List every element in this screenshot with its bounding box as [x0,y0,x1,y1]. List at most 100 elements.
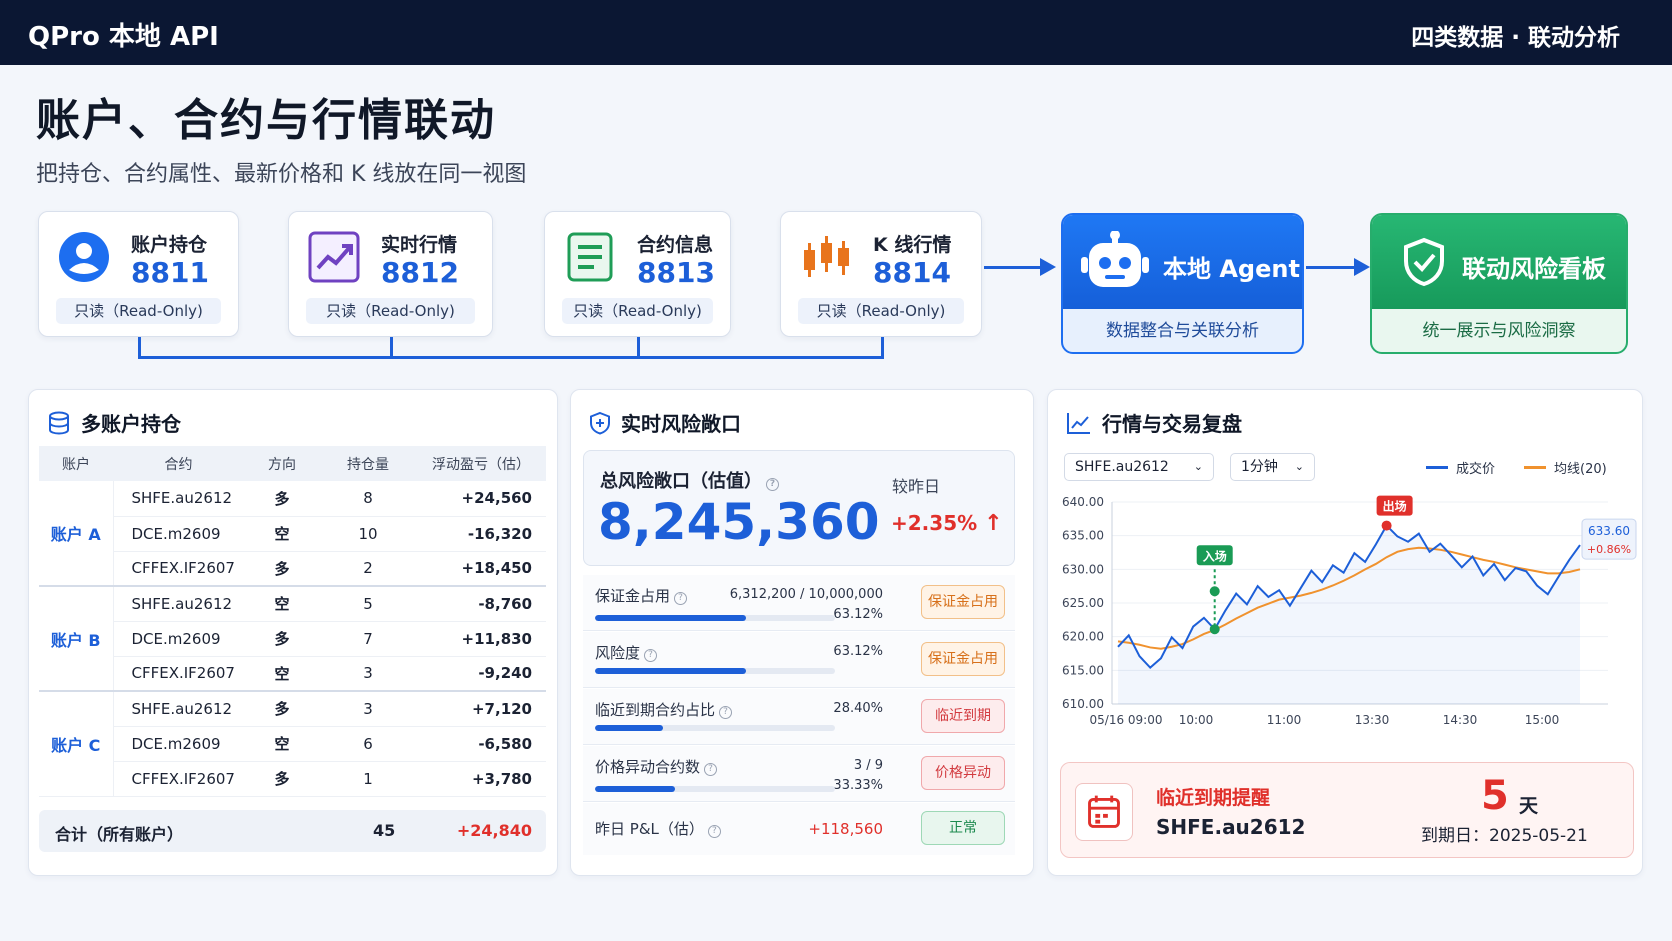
risk-row-risk-degree[interactable]: 风险度? 63.12% 保证金占用 [583,632,1015,688]
table-row[interactable]: CFFEX.IF2607 空 3 -9,240 [39,656,546,692]
risk-row-label: 昨日 P&L（估）? [595,818,721,839]
source-port: 8814 [873,256,951,289]
risk-row-price-anomaly[interactable]: 价格异动合约数? 3 / 9 33.33% 价格异动 [583,746,1015,802]
progress-fill [595,725,664,731]
risk-dashboard-card[interactable]: 联动风险看板 统一展示与风险洞察 [1370,213,1628,354]
price-chart[interactable]: 640.00 635.00 630.00 625.00 620.00 615.00 610.… [1048,490,1644,750]
qty-cell: 5 [320,586,416,622]
risk-row-label: 风险度? [595,642,658,663]
flow-arrow-head [1040,258,1056,276]
kpi-value: 8,245,360 [598,493,880,551]
table-row[interactable]: DCE.m2609 空 6 -6,580 [39,726,546,762]
risk-row-margin[interactable]: 保证金占用? 6,312,200 / 10,000,000 63.12% 保证金… [583,575,1015,631]
price-area [1118,525,1580,704]
progress-bar [595,786,835,792]
calendar-icon [1075,783,1133,841]
market-title-row: 行情与交易复盘 [1066,408,1242,437]
source-card-quote[interactable]: 实时行情 8812 只读（Read-Only) [288,211,493,337]
status-badge: 保证金占用 [921,642,1005,676]
table-row[interactable]: 账户 C SHFE.au2612 多 3 +7,120 [39,691,546,797]
symbol-select[interactable]: SHFE.au2612 ⌄ [1064,453,1214,481]
help-icon[interactable]: ? [766,478,779,491]
legend-label: 均线(20) [1554,462,1607,477]
table-row[interactable]: 账户 B SHFE.au2612 空 5 -8,760 [39,586,546,692]
source-port: 8813 [637,256,715,289]
y-tick-label: 630.00 [1062,562,1104,576]
table-row[interactable]: CFFEX.IF2607 多 1 +3,780 [39,761,546,797]
candlestick-icon [804,236,849,277]
shield-plus-icon [590,411,610,435]
last-change: +0.86% [1587,543,1631,556]
pnl-cell: +7,120 [416,691,546,727]
alert-expiry: 到期日：2025-05-21 [1421,826,1588,846]
table-row[interactable]: DCE.m2609 空 10 -16,320 [39,516,546,552]
source-card-kline[interactable]: K 线行情 8814 只读（Read-Only) [780,211,982,337]
column-header: 方向 [244,446,320,481]
entry-label: 入场 [1203,549,1227,563]
interval-select-value: 1分钟 [1241,459,1278,475]
risk-row-value: +118,560 [808,820,883,838]
side-cell: 空 [244,656,320,692]
x-tick-label: 05/16 09:00 [1090,713,1163,727]
y-tick-label: 640.00 [1062,495,1104,509]
risk-row-pnl[interactable]: 昨日 P&L（估）? +118,560 正常 [583,803,1015,855]
qty-cell: 7 [320,621,416,657]
legend-swatch [1426,466,1448,469]
help-icon[interactable]: ? [644,649,658,662]
document-icon [567,232,613,282]
dashboard-desc: 统一展示与风险洞察 [1422,321,1576,341]
legend-price: 成交价 [1426,458,1495,477]
symbol-select-value: SHFE.au2612 [1075,459,1169,475]
kpi-label: 总风险敞口（估值）? [600,467,779,493]
risk-kpi-card: 总风险敞口（估值）? 8,245,360 较昨日 +2.35% ↑ [583,450,1015,566]
status-badge: 价格异动 [921,756,1005,790]
source-name: 合约信息 [637,234,714,256]
side-cell: 空 [244,586,320,622]
help-icon[interactable]: ? [704,763,718,776]
agent-card[interactable]: 本地 Agent 数据整合与关联分析 [1061,213,1304,354]
source-port: 8812 [381,256,459,289]
side-cell: 多 [244,621,320,657]
risk-row-value: 6,312,200 / 10,000,000 [729,587,883,602]
table-row[interactable]: CFFEX.IF2607 多 2 +18,450 [39,551,546,587]
risk-row-label-text: 风险度 [595,644,641,662]
column-header: 账户 [39,446,113,481]
progress-bar [595,615,835,621]
table-row[interactable]: 账户 A SHFE.au2612 多 8 +24,560 [39,481,546,587]
flow-arrow [1306,266,1356,269]
help-icon[interactable]: ? [674,592,688,605]
arrow-up-icon: ↑ [984,511,1003,536]
total-qty: 45 [373,821,396,840]
risk-row-sub: 33.33% [833,778,883,793]
chevron-down-icon: ⌄ [1193,460,1203,473]
alert-days: 5 [1481,773,1509,819]
progress-fill [595,615,747,621]
alert-days-unit: 天 [1519,795,1539,817]
source-name: 账户持仓 [131,234,208,256]
risk-row-label-text: 临近到期合约占比 [595,701,716,719]
entry-marker-point [1209,624,1220,635]
progress-fill [595,668,747,674]
help-icon[interactable]: ? [719,706,733,719]
risk-title-row: 实时风险敞口 [589,408,741,437]
robot-icon [1081,231,1149,287]
qty-cell: 2 [320,551,416,587]
page-title: 账户、合约与行情联动 [36,95,496,146]
help-icon[interactable]: ? [707,825,721,838]
interval-select[interactable]: 1分钟 ⌄ [1230,453,1315,481]
table-row[interactable]: DCE.m2609 多 7 +11,830 [39,621,546,657]
source-mode: 只读（Read-Only) [798,298,964,324]
status-badge: 临近到期 [921,699,1005,733]
source-card-contract[interactable]: 合约信息 8813 只读（Read-Only) [544,211,731,337]
qty-cell: 1 [320,761,416,797]
alert-title: 临近到期提醒 [1156,787,1271,809]
source-card-account[interactable]: 账户持仓 8811 只读（Read-Only) [38,211,239,337]
agent-desc: 数据整合与关联分析 [1106,321,1259,341]
total-pnl: +24,840 [456,821,532,840]
kpi-label-text: 总风险敞口（估值） [600,471,762,492]
shield-check-icon [1404,237,1444,287]
contract-cell: DCE.m2609 [113,621,244,657]
risk-panel: 实时风险敞口 总风险敞口（估值）? 8,245,360 较昨日 +2.35% ↑… [570,389,1034,876]
risk-row-expiry-ratio[interactable]: 临近到期合约占比? 28.40% 临近到期 [583,689,1015,745]
market-panel: 行情与交易复盘 SHFE.au2612 ⌄ 1分钟 ⌄ 成交价 均线(20) 640… [1047,389,1643,876]
